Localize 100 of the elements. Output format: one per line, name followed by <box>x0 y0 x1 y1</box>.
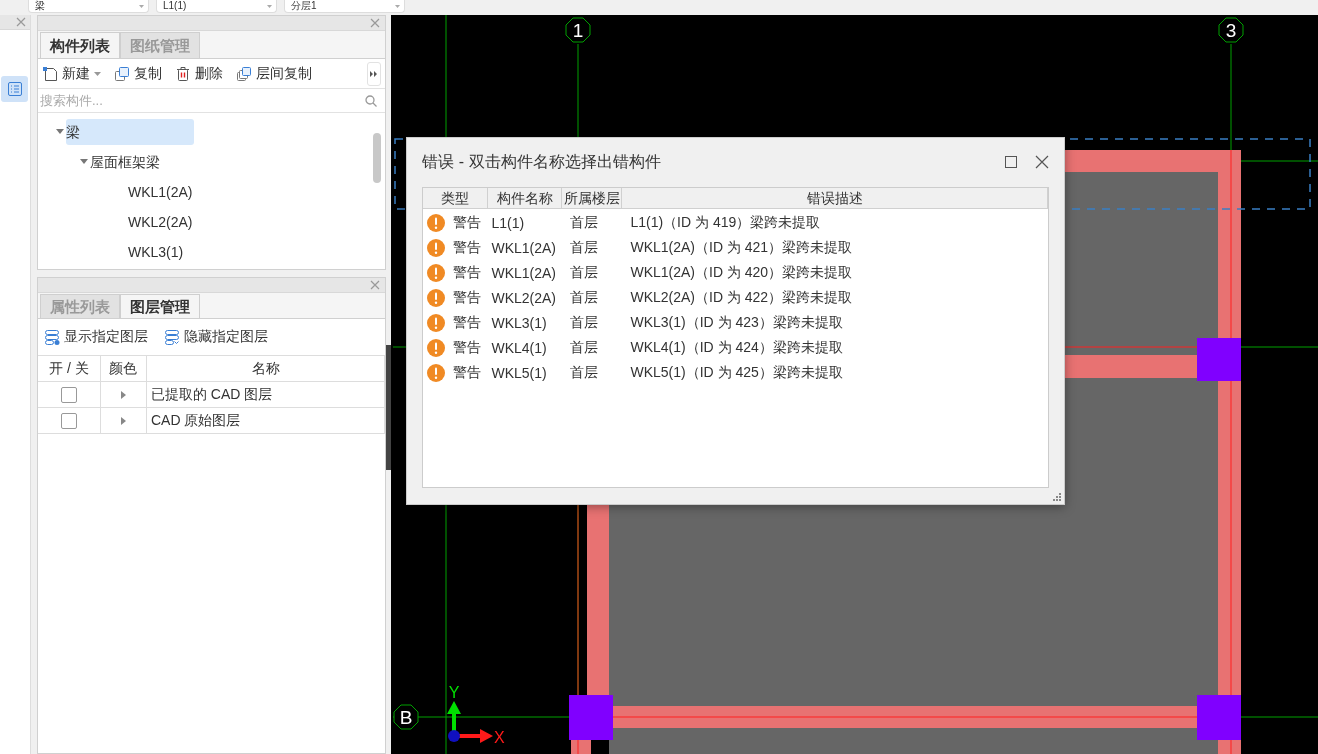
maximize-button[interactable] <box>1005 156 1018 168</box>
table-cell: CAD 原始图层 <box>146 408 386 434</box>
table-cell: 警告 <box>453 238 482 257</box>
more-button[interactable] <box>367 61 382 86</box>
new-page-icon <box>41 65 58 82</box>
collapse-arrow-icon[interactable] <box>79 158 88 166</box>
search-icon <box>365 94 378 107</box>
resize-grip-icon <box>1053 493 1062 501</box>
layers-icon <box>43 329 60 345</box>
table-cell-text: WKL4(1)（ID 为 424）梁跨未提取 <box>629 338 844 357</box>
layers-icon <box>163 329 180 345</box>
table-cell: 警告 <box>453 363 482 382</box>
table-cell-text: WKL1(2A)（ID 为 420）梁跨未提取 <box>629 263 854 282</box>
toolbar-button[interactable]: 显示指定图层 <box>43 328 148 346</box>
table-cell-text: WKL1(2A)（ID 为 421）梁跨未提取 <box>629 238 854 257</box>
tree-item[interactable]: 梁 <box>65 119 194 145</box>
grid-bubble: 1 <box>565 17 591 43</box>
beam <box>571 740 592 754</box>
panel-tab[interactable]: 图层管理 <box>119 294 200 318</box>
warning-icon <box>427 213 446 232</box>
warning-icon <box>427 238 446 257</box>
warning-icon <box>427 363 446 382</box>
table-cell-text: L1(1)（ID 为 419）梁跨未提取 <box>629 213 822 232</box>
caret-icon <box>267 4 272 8</box>
toolbar-button[interactable]: 复制 <box>113 64 162 83</box>
column <box>1197 695 1242 740</box>
tree-item[interactable]: WKL1(2A) <box>127 179 197 205</box>
axis-label: X <box>494 729 506 746</box>
caret-icon <box>395 4 400 8</box>
table-cell-text: 首层 <box>569 313 600 332</box>
toolbar-button[interactable]: 删除 <box>174 64 223 83</box>
table-cell: 警告 <box>453 288 482 307</box>
close-icon <box>1035 155 1050 169</box>
warning-icon <box>427 338 446 357</box>
checkbox[interactable] <box>60 412 77 429</box>
table-cell[interactable]: WKL4(1) <box>488 339 563 356</box>
grid-bubble: B <box>393 704 419 730</box>
expand-arrow-icon[interactable] <box>120 390 126 399</box>
scrollbar-thumb[interactable] <box>373 133 382 183</box>
toolbar-button[interactable]: 新建 <box>41 64 101 83</box>
checkbox[interactable] <box>60 386 77 403</box>
caret-icon <box>139 4 144 8</box>
table-cell-text: WKL5(1)（ID 为 425）梁跨未提取 <box>629 363 844 382</box>
table-cell-text: 首层 <box>569 213 600 232</box>
grid-bubble: 3 <box>1218 17 1244 43</box>
dropdown[interactable]: 分层1 <box>284 0 405 13</box>
panel-tab[interactable]: 构件列表 <box>39 32 120 58</box>
copy-icon <box>113 65 130 82</box>
table-cell-text: 首层 <box>569 288 600 307</box>
table-cell: 警告 <box>453 338 482 357</box>
dialog-title: 错误 - 双击构件名称选择出错构件 <box>422 151 661 172</box>
collapse-arrow-icon[interactable] <box>55 128 64 136</box>
dropdown[interactable]: 梁 <box>28 0 149 13</box>
copy-icon <box>235 65 252 82</box>
column-header[interactable]: 构件名称 <box>488 188 563 209</box>
table-cell[interactable]: WKL2(2A) <box>488 289 563 306</box>
close-button[interactable] <box>1035 155 1050 169</box>
table-cell: 警告 <box>453 313 482 332</box>
table-cell-text: 首层 <box>569 263 600 282</box>
close-icon <box>370 280 381 290</box>
column-header[interactable]: 错误描述 <box>622 188 1049 209</box>
table-cell-text: 首层 <box>569 338 600 357</box>
table-cell-text: WKL3(1)（ID 为 423）梁跨未提取 <box>629 313 844 332</box>
splitter-handle[interactable] <box>386 345 392 470</box>
list-icon <box>6 81 23 97</box>
list-view-button[interactable] <box>1 76 28 102</box>
search-field[interactable]: 搜索构件... <box>39 93 366 108</box>
table-cell[interactable]: WKL5(1) <box>488 364 563 381</box>
column-header[interactable]: 类型 <box>423 188 489 209</box>
coordinate-axes-icon <box>447 701 494 743</box>
table-cell[interactable]: WKL1(2A) <box>488 264 563 281</box>
warning-icon <box>427 288 446 307</box>
tree-item[interactable]: 屋面框架梁 <box>89 149 164 175</box>
column-header: 颜色 <box>100 356 147 382</box>
tree-item[interactable]: WKL2(2A) <box>127 209 197 235</box>
tree-item[interactable]: WKL3(1) <box>127 239 188 265</box>
table-cell-text: WKL2(2A)（ID 为 422）梁跨未提取 <box>629 288 854 307</box>
table-cell[interactable]: L1(1) <box>488 214 563 231</box>
table-cell-text: 首层 <box>569 238 600 257</box>
toolbar-button[interactable]: 隐藏指定图层 <box>163 328 268 346</box>
caret-icon <box>93 71 101 76</box>
column-header[interactable]: 所属楼层 <box>562 188 623 209</box>
table-cell[interactable]: WKL1(2A) <box>488 239 563 256</box>
table-cell: 已提取的 CAD 图层 <box>146 382 386 408</box>
column <box>569 695 614 740</box>
toolbar-button[interactable]: 层间复制 <box>235 64 312 83</box>
warning-icon <box>427 313 446 332</box>
column-header: 开 / 关 <box>37 356 101 382</box>
double-arrow-icon <box>370 70 379 77</box>
dropdown[interactable]: L1(1) <box>156 0 277 13</box>
axis-label: Y <box>449 684 460 701</box>
close-icon <box>370 18 381 28</box>
column-header: 名称 <box>146 356 386 382</box>
table-cell-text: 首层 <box>569 363 600 382</box>
expand-arrow-icon[interactable] <box>120 416 126 425</box>
column <box>1197 338 1242 381</box>
maximize-icon <box>1005 156 1018 168</box>
table-cell: 警告 <box>453 213 482 232</box>
close-icon <box>15 17 26 27</box>
table-cell[interactable]: WKL3(1) <box>488 314 563 331</box>
